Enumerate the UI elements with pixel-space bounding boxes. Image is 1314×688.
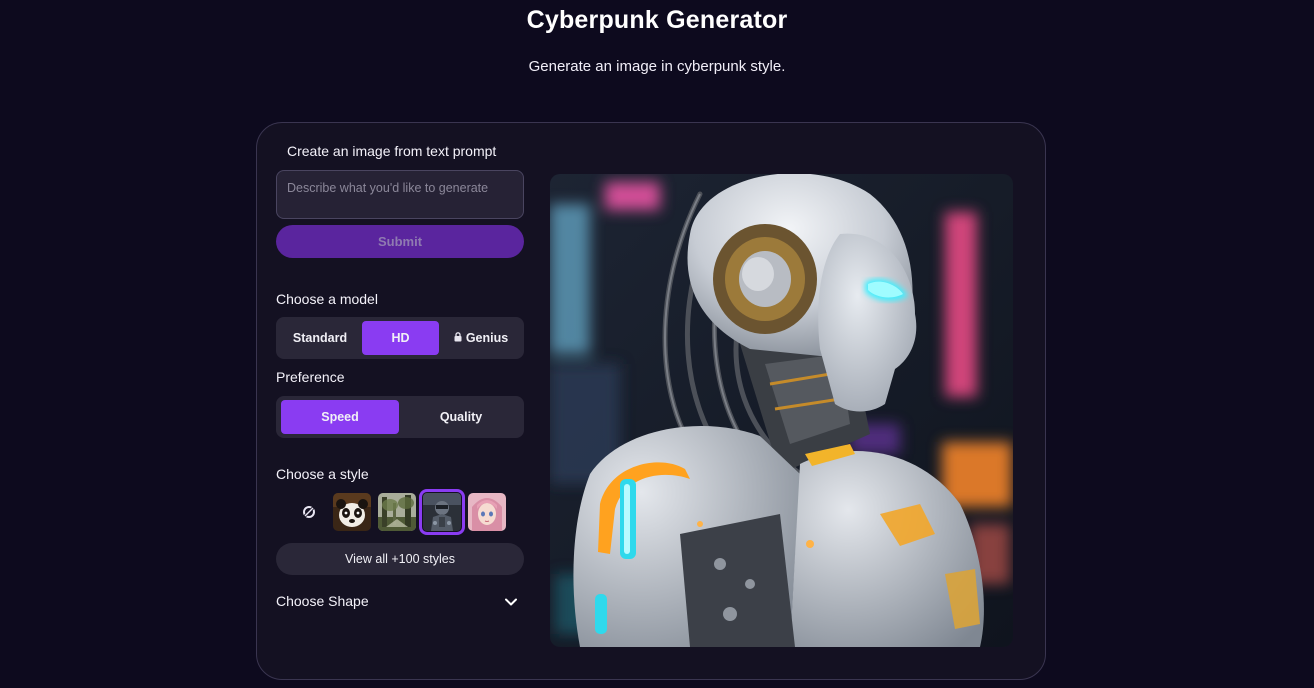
style-label: Choose a style bbox=[276, 466, 369, 482]
preference-selector: Speed Quality bbox=[276, 396, 524, 438]
model-option-standard[interactable]: Standard bbox=[280, 321, 360, 355]
prompt-label: Create an image from text prompt bbox=[287, 143, 497, 159]
preference-option-quality[interactable]: Quality bbox=[403, 400, 519, 434]
cyberpunk-robot-image bbox=[550, 174, 1013, 647]
cyber-robot-thumbnail[interactable] bbox=[419, 489, 465, 535]
view-all-styles-button[interactable]: View all +100 styles bbox=[276, 543, 524, 575]
preference-option-label: Speed bbox=[321, 410, 359, 424]
no-style-icon[interactable] bbox=[297, 500, 321, 524]
model-option-label: HD bbox=[391, 331, 410, 345]
page-title: Cyberpunk Generator bbox=[526, 6, 788, 34]
model-option-genius[interactable]: Genius bbox=[442, 321, 520, 355]
model-option-label: Standard bbox=[292, 331, 348, 345]
prompt-input[interactable] bbox=[276, 170, 524, 219]
preference-option-label: Quality bbox=[439, 410, 483, 424]
model-option-label: Genius bbox=[465, 331, 509, 345]
submit-button[interactable]: Submit bbox=[276, 225, 524, 258]
shape-label[interactable]: Choose Shape bbox=[276, 593, 369, 609]
anime-girl-thumbnail[interactable] bbox=[468, 493, 506, 531]
panda-thumbnail[interactable] bbox=[333, 493, 371, 531]
preference-label: Preference bbox=[276, 369, 345, 385]
model-option-hd[interactable]: HD bbox=[362, 321, 439, 355]
forest-thumbnail[interactable] bbox=[378, 493, 416, 531]
model-label: Choose a model bbox=[276, 291, 378, 307]
chevron-down-icon[interactable] bbox=[503, 594, 519, 610]
lock-icon bbox=[454, 331, 462, 345]
preference-option-speed[interactable]: Speed bbox=[281, 400, 399, 434]
page-subtitle: Generate an image in cyberpunk style. bbox=[528, 58, 786, 75]
model-selector: Standard HD Genius bbox=[276, 317, 524, 359]
